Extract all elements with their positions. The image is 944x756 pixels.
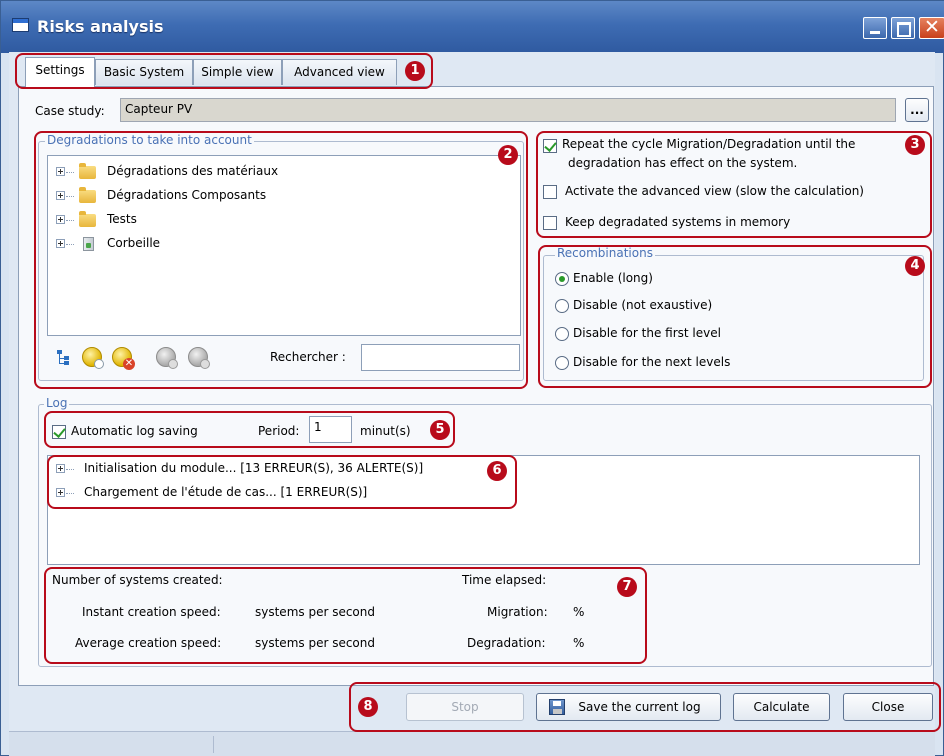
annotation-badge-2: 2	[498, 145, 518, 165]
status-bar-separator	[213, 736, 214, 753]
annotation-box-3	[536, 131, 932, 238]
annotation-box-7	[44, 567, 647, 664]
maximize-button[interactable]	[891, 17, 915, 39]
annotation-badge-6: 6	[487, 461, 507, 481]
case-study-browse-button[interactable]: ...	[905, 98, 929, 122]
title-bar[interactable]: Risks analysis ✕	[1, 1, 944, 53]
annotation-badge-8: 8	[358, 697, 378, 717]
annotation-box-2	[34, 131, 528, 389]
case-study-label: Case study:	[35, 104, 105, 118]
close-x-icon: ✕	[924, 16, 940, 38]
log-group-title: Log	[44, 396, 70, 410]
minimize-button[interactable]	[863, 17, 887, 39]
close-window-button[interactable]: ✕	[919, 16, 944, 39]
annotation-box-5	[44, 411, 455, 448]
annotation-badge-7: 7	[617, 577, 637, 597]
window-app-icon	[12, 18, 29, 32]
annotation-box-1	[15, 53, 433, 89]
annotation-badge-1: 1	[405, 61, 425, 81]
annotation-box-6	[47, 455, 517, 509]
annotation-badge-5: 5	[430, 420, 450, 440]
annotation-badge-4: 4	[905, 256, 925, 276]
annotation-box-4	[538, 245, 932, 388]
annotation-box-8	[349, 682, 941, 732]
status-bar	[9, 731, 935, 756]
case-study-field[interactable]: Capteur PV	[120, 98, 896, 122]
window-title: Risks analysis	[37, 17, 164, 36]
annotation-badge-3: 3	[905, 135, 925, 155]
